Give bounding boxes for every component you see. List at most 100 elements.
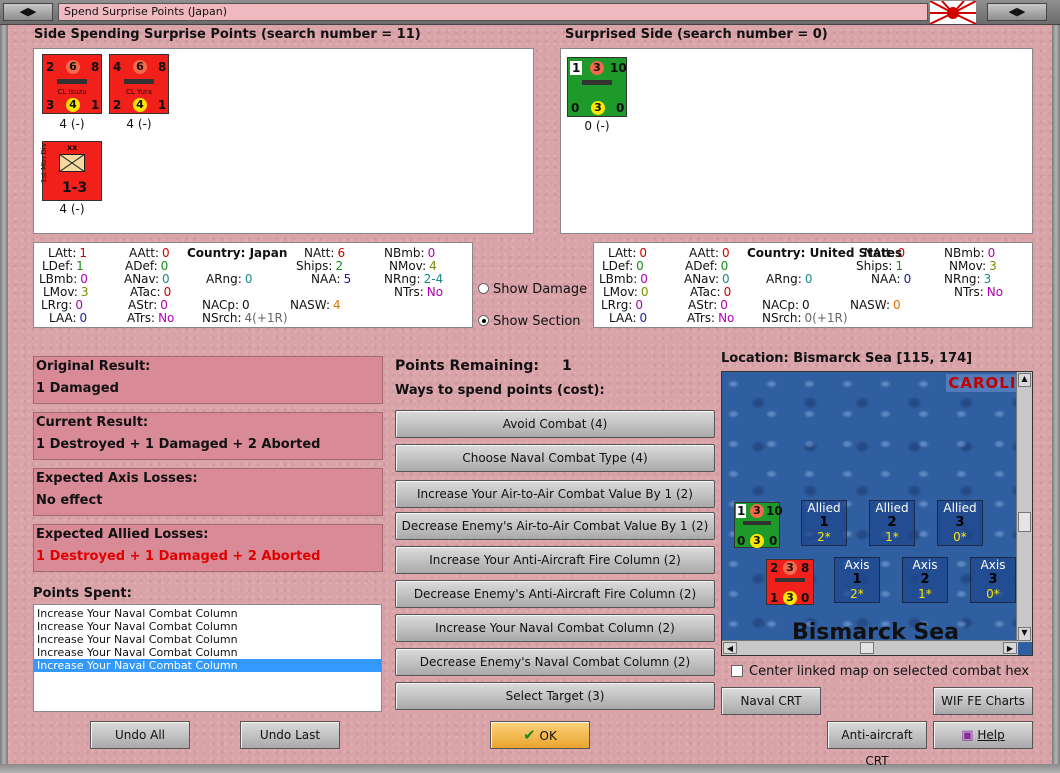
points-spent-label: Points Spent: (33, 586, 132, 601)
unit-counter-cl-isuzu[interactable]: 2 6 8 CL Isuzu 3 4 1 (42, 54, 102, 114)
scroll-left-arrow-icon[interactable]: ◀ (723, 642, 737, 654)
stat-value: No (986, 285, 1004, 299)
unit-name: 1st Mtn Div (40, 143, 48, 183)
scroll-right-arrow-icon[interactable]: ▶ (1003, 642, 1017, 654)
points-spent-item[interactable]: Increase Your Naval Combat Column (34, 620, 381, 633)
allied-section-box-2[interactable]: Allied 2 1* (869, 500, 915, 546)
stat-key: NMov: (389, 259, 427, 273)
wif-fe-charts-button[interactable]: WIF FE Charts (933, 687, 1033, 715)
counter-value: 0 (616, 101, 625, 115)
anti-aircraft-crt-button[interactable]: Anti-aircraft CRT (827, 721, 927, 768)
stat-key: ADef: (125, 259, 158, 273)
spend-option-button[interactable]: Increase Your Naval Combat Column (2) (395, 614, 715, 642)
stat-key: NSrch: (202, 311, 242, 325)
system-menu-button[interactable]: ◀▶ (3, 3, 53, 21)
stat-lrrg: LRrg: 0 (41, 298, 83, 312)
current-result-box: Current Result: 1 Destroyed + 1 Damaged … (33, 412, 383, 460)
show-section-option[interactable]: Show Section (478, 314, 581, 329)
points-remaining-label: Points Remaining: (395, 358, 540, 374)
stat-value: 6 (337, 246, 346, 260)
spend-option-button[interactable]: Choose Naval Combat Type (4) (395, 444, 715, 472)
points-spent-list[interactable]: Increase Your Naval Combat Column Increas… (33, 604, 382, 712)
stat-key: ARng: (206, 272, 242, 286)
show-damage-radio[interactable] (478, 283, 489, 294)
spend-option-button[interactable]: Avoid Combat (4) (395, 410, 715, 438)
help-button[interactable]: ▣ Help (933, 721, 1033, 749)
points-spent-item[interactable]: Increase Your Naval Combat Column (34, 646, 381, 659)
stat-key: NTrs: (954, 285, 984, 299)
stat-value: 0 (903, 272, 912, 286)
undo-all-button[interactable]: Undo All (90, 721, 190, 749)
show-damage-option[interactable]: Show Damage (478, 282, 587, 297)
surprised-side-panel: 1 3 10 0 3 0 0 (-) (560, 48, 1033, 234)
stat-key: NRng: (384, 272, 421, 286)
stat-value: 0 (244, 272, 253, 286)
stat-key: ANav: (124, 272, 160, 286)
section-number: 2 (920, 572, 930, 587)
map-horizontal-scrollbar[interactable]: ◀ ▶ (722, 640, 1018, 655)
unit-counter-1st-mtn-div[interactable]: xx 1st Mtn Div 1-3 (40, 141, 102, 201)
stat-value: 0 (639, 311, 648, 325)
spend-option-button[interactable]: Increase Your Anti-Aircraft Fire Column … (395, 546, 715, 574)
stat-nsrch: NSrch: 4(+1R) (202, 311, 288, 325)
spend-option-button[interactable]: Decrease Enemy's Air-to-Air Combat Value… (395, 512, 715, 540)
stat-lmov: LMov: 3 (43, 285, 89, 299)
stat-anav: ANav: 0 (124, 272, 170, 286)
unit-counter-us-ship[interactable]: 1 3 10 0 3 0 (567, 57, 627, 117)
us-stats-panel: LAtt: 0 AAtt: 0 NAtt: 0 NBmb: 0 LDef: 0 ADef: 0 Ship… (593, 242, 1033, 328)
help-label: Help (977, 728, 1005, 742)
allied-section-box-3[interactable]: Allied 3 0* (937, 500, 983, 546)
map-japan-ship-counter[interactable]: 2 3 8 1 3 0 (766, 559, 814, 605)
spend-option-button[interactable]: Decrease Enemy's Anti-Aircraft Fire Colu… (395, 580, 715, 608)
combat-hex-map[interactable]: CAROLIN Bismarck Sea 1 3 10 0 3 0 2 3 8 … (721, 371, 1033, 656)
spend-option-button[interactable]: Increase Your Air-to-Air Combat Value By… (395, 480, 715, 508)
stat-value: 0 (427, 246, 436, 260)
window-controls-button[interactable]: ◀▶ (987, 3, 1047, 21)
counter-value: 1-3 (62, 180, 88, 196)
spending-side-panel: 2 6 8 CL Isuzu 3 4 1 4 (-) 4 6 8 CL Yura… (33, 48, 534, 234)
axis-section-box-3[interactable]: Axis 3 0* (970, 557, 1016, 603)
stat-key: NASW: (290, 298, 331, 312)
show-section-radio[interactable] (478, 315, 489, 326)
scroll-down-arrow-icon[interactable]: ▼ (1018, 627, 1031, 641)
ok-label: OK (539, 729, 557, 743)
stat-lbmb: LBmb: 0 (599, 272, 648, 286)
stat-nbmb: NBmb: 0 (384, 246, 435, 260)
stat-value: 0(+1R) (804, 311, 848, 325)
allied-section-box-1[interactable]: Allied 1 2* (801, 500, 847, 546)
stat-ntrs: NTrs: No (394, 285, 443, 299)
spending-side-title: Side Spending Surprise Points (search nu… (34, 27, 421, 42)
points-spent-item[interactable]: Increase Your Naval Combat Column (34, 659, 381, 672)
axis-section-box-1[interactable]: Axis 1 2* (834, 557, 880, 603)
section-stars: 0* (986, 587, 1000, 601)
undo-last-button[interactable]: Undo Last (240, 721, 340, 749)
horizontal-scroll-thumb[interactable] (860, 642, 874, 654)
stat-key: AStr: (688, 298, 718, 312)
map-us-ship-counter[interactable]: 1 3 10 0 3 0 (734, 502, 783, 548)
map-vertical-scrollbar[interactable]: ▲ ▼ (1016, 372, 1032, 642)
stat-key: ATrs: (687, 311, 716, 325)
stat-value: 1 (76, 259, 84, 273)
stat-key: NAA: (871, 272, 901, 286)
scroll-up-arrow-icon[interactable]: ▲ (1018, 373, 1031, 387)
center-map-option[interactable]: Center linked map on selected combat hex (731, 664, 1029, 679)
stat-natt: NAtt: 6 (304, 246, 345, 260)
ok-button[interactable]: ✔ OK (490, 721, 590, 749)
axis-section-box-2[interactable]: Axis 2 1* (902, 557, 948, 603)
unit-counter-cl-yura[interactable]: 4 6 8 CL Yura 2 4 1 (109, 54, 169, 114)
spend-option-button[interactable]: Select Target (3) (395, 682, 715, 710)
spend-option-button[interactable]: Decrease Enemy's Naval Combat Column (2) (395, 648, 715, 676)
counter-value: 1 (91, 98, 100, 112)
points-spent-item[interactable]: Increase Your Naval Combat Column (34, 607, 381, 620)
center-map-checkbox[interactable] (731, 665, 743, 677)
points-spent-item[interactable]: Increase Your Naval Combat Column (34, 633, 381, 646)
stat-value: 1 (895, 259, 904, 273)
stat-key: ARng: (766, 272, 802, 286)
counter-value: 8 (91, 60, 100, 74)
counter-value: 10 (610, 61, 627, 75)
stat-adef: ADef: 0 (125, 259, 168, 273)
stat-value: 0 (987, 246, 996, 260)
naval-crt-button[interactable]: Naval CRT (721, 687, 821, 715)
section-side: Allied (943, 501, 977, 515)
vertical-scroll-thumb[interactable] (1018, 512, 1031, 532)
